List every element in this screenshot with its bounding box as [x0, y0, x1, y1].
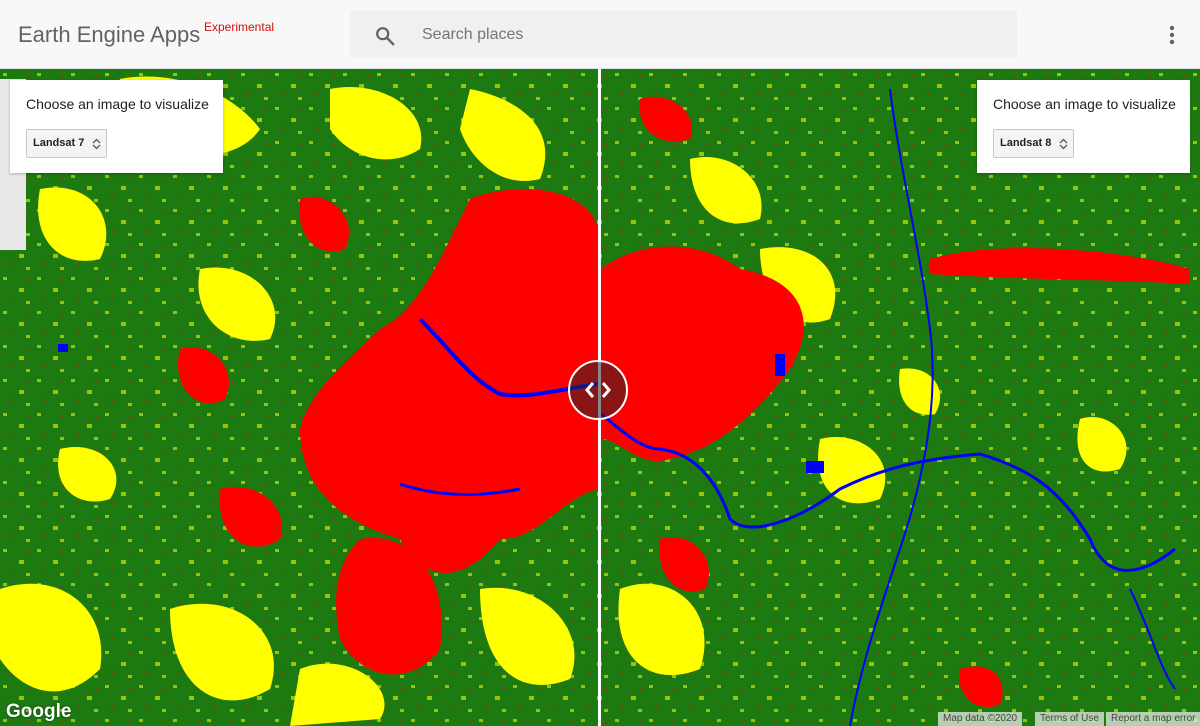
left-image-select[interactable]: Landsat 7 — [26, 129, 108, 158]
left-image-select-value: Landsat 7 — [33, 137, 85, 149]
left-image-panel: Choose an image to visualize Landsat 7 — [10, 80, 223, 173]
experimental-badge: Experimental — [204, 20, 275, 34]
map-data-attribution: Map data ©2020 — [938, 712, 1023, 726]
top-app-bar: Earth Engine Apps Experimental — [0, 0, 1200, 69]
right-image-select[interactable]: Landsat 8 — [993, 129, 1075, 158]
search-input[interactable] — [420, 19, 1004, 51]
search-box[interactable] — [350, 11, 1017, 58]
terms-of-use-link[interactable]: Terms of Use — [1035, 712, 1104, 726]
up-down-arrows-icon — [1059, 138, 1068, 150]
report-map-error-link[interactable]: Report a map error — [1106, 712, 1200, 726]
right-image-panel: Choose an image to visualize Landsat 8 — [977, 80, 1190, 173]
map-canvas[interactable]: Choose an image to visualize Landsat 7 C… — [0, 69, 1200, 726]
app-page: Earth Engine Apps Experimental Search pl… — [0, 0, 1200, 726]
left-panel-title: Choose an image to visualize — [26, 96, 209, 112]
more-vert-icon[interactable] — [1160, 22, 1184, 48]
split-handle[interactable] — [568, 360, 628, 420]
right-image-select-value: Landsat 8 — [1000, 137, 1052, 149]
google-logo[interactable]: Google — [6, 701, 71, 723]
up-down-arrows-icon — [92, 138, 101, 150]
right-panel-title: Choose an image to visualize — [993, 96, 1176, 112]
app-title: Earth Engine Apps — [18, 22, 201, 47]
chevron-left-right-icon — [585, 382, 611, 398]
search-icon[interactable] — [374, 25, 396, 47]
